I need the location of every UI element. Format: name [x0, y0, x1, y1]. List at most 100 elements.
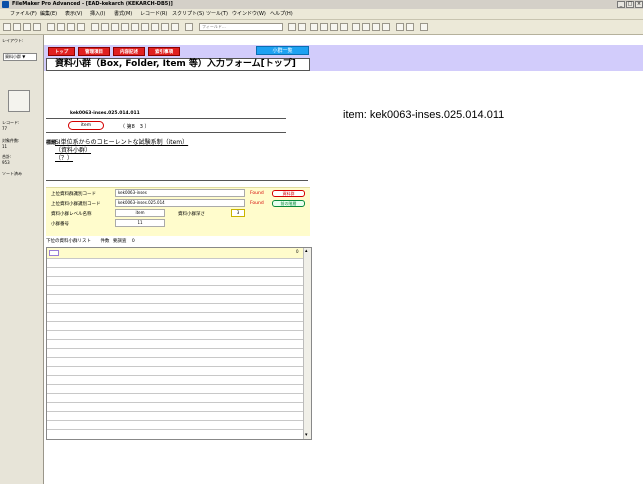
paste-icon[interactable] [67, 23, 75, 31]
found-count: 11 [2, 144, 8, 149]
field-selector-input[interactable]: フィールド... [199, 23, 283, 31]
divider [46, 118, 286, 119]
layout-label: レイアウト: [2, 38, 24, 43]
new-file-icon[interactable] [3, 23, 11, 31]
menu-records[interactable]: レコード(R) [140, 9, 167, 19]
form-title: 資料小群（Box, Folder, Item 等）入力フォーム[トップ] [46, 58, 310, 71]
portal-scrollbar[interactable] [303, 248, 311, 439]
record-number[interactable]: 77 [2, 126, 7, 131]
print-icon[interactable] [33, 23, 41, 31]
undo-icon[interactable] [77, 23, 85, 31]
title-value[interactable]: SI単位系からのコヒーレントな試験系制（item） （資料小群） （？） [55, 139, 188, 163]
status-area: レイアウト: 資料小群 ▼ レコード: 77 対象件数: 11 合計: 953 … [0, 35, 44, 484]
level-badge: item [68, 121, 104, 130]
portal-row-divider [47, 321, 303, 322]
admin-items-button[interactable]: 管理項目 [78, 47, 110, 56]
content-description-button[interactable]: 内容記述 [113, 47, 145, 56]
portal-row-divider [47, 357, 303, 358]
menu-tools[interactable]: ツール(T) [206, 9, 228, 19]
help-icon[interactable] [185, 23, 193, 31]
menu-edit[interactable]: 編集(E) [40, 9, 57, 19]
scroll-up-icon[interactable]: ▴ [305, 248, 308, 254]
parent-code-field[interactable]: kek0063-inses [115, 189, 245, 197]
layout-selector[interactable]: 資料小群 ▼ [3, 53, 37, 61]
child-count-label: 件数 [100, 239, 110, 244]
portal-row-divider [47, 402, 303, 403]
underline-icon[interactable] [340, 23, 348, 31]
level-name-field[interactable]: item [115, 209, 165, 217]
scroll-down-icon[interactable]: ▾ [305, 432, 308, 438]
layout-icon[interactable] [141, 23, 149, 31]
form-view-icon[interactable] [171, 23, 179, 31]
minimize-button[interactable]: _ [617, 1, 625, 8]
portal-row-divider [47, 366, 303, 367]
align-center-icon[interactable] [298, 23, 306, 31]
portal-row-divider [47, 420, 303, 421]
sort-icon[interactable] [121, 23, 129, 31]
book-navigator-icon[interactable] [8, 90, 30, 112]
divider [46, 180, 308, 181]
portal-row-divider [47, 339, 303, 340]
justify-icon[interactable] [382, 23, 390, 31]
number-field[interactable]: 11 [115, 219, 165, 227]
top-tab-button[interactable]: トップ [48, 47, 75, 56]
index-items-button[interactable]: 索引事項 [148, 47, 180, 56]
line-spacing-icon[interactable] [396, 23, 404, 31]
portal-row-divider [47, 429, 303, 430]
new-record-icon[interactable] [91, 23, 99, 31]
portal-row-divider [47, 267, 303, 268]
child-list-label: 下位の資料小群リスト [46, 239, 91, 244]
close-button[interactable]: × [635, 1, 643, 8]
align-left-icon[interactable] [288, 23, 296, 31]
sort-status: ソート済み [2, 171, 22, 176]
level-name-label: 資料小群レベル名称 [51, 212, 92, 217]
preview-icon[interactable] [131, 23, 139, 31]
menu-view[interactable]: 表示(V) [65, 9, 82, 19]
bold-icon[interactable] [320, 23, 328, 31]
divider [46, 132, 286, 133]
previous-level-button[interactable]: 前の階層 [272, 200, 305, 207]
parent-code-label: 上位資料群識別コード [51, 192, 96, 197]
browse-icon[interactable] [151, 23, 159, 31]
title-line-3: （？） [55, 155, 74, 162]
portal-row-divider [47, 276, 303, 277]
subgroup-list-button[interactable]: 小群一覧 [256, 46, 309, 55]
portal-row-divider [47, 303, 303, 304]
save-icon[interactable] [23, 23, 31, 31]
number-label: 小群番号 [51, 222, 69, 227]
find-icon[interactable] [111, 23, 119, 31]
text-left-icon[interactable] [352, 23, 360, 31]
menu-scripts[interactable]: スクリプト(S) [172, 9, 204, 19]
copy-icon[interactable] [57, 23, 65, 31]
child-count-value: 0 [131, 239, 135, 244]
menu-file[interactable]: ファイル(F) [10, 9, 37, 19]
menu-help[interactable]: ヘルプ(H) [270, 9, 293, 19]
parent-found-indicator: Found [250, 191, 264, 196]
portal-row-divider [47, 348, 303, 349]
indent-icon[interactable] [406, 23, 414, 31]
text-color-icon[interactable] [420, 23, 428, 31]
font-size-icon[interactable] [310, 23, 318, 31]
portal-row-divider [47, 411, 303, 412]
menu-insert[interactable]: 挿入(I) [90, 9, 105, 19]
text-right-icon[interactable] [372, 23, 380, 31]
table-view-icon[interactable] [161, 23, 169, 31]
cut-icon[interactable] [47, 23, 55, 31]
toolbar: フィールド... [0, 20, 643, 35]
parent-group-button[interactable]: 資料群 [272, 190, 305, 197]
menu-format[interactable]: 書式(M) [114, 9, 132, 19]
open-file-icon[interactable] [13, 23, 21, 31]
total-count: 953 [2, 160, 10, 165]
maximize-button[interactable]: □ [626, 1, 634, 8]
portal-first-cell[interactable] [49, 250, 59, 256]
italic-icon[interactable] [330, 23, 338, 31]
sub-code-field[interactable]: kek0063-inses.025.014 [115, 199, 245, 207]
menu-window[interactable]: ウインドウ(W) [232, 9, 266, 19]
delete-record-icon[interactable] [101, 23, 109, 31]
portal-row-divider [47, 330, 303, 331]
depth-field[interactable]: 3 [231, 209, 245, 217]
portal-row-divider [47, 294, 303, 295]
portal-row-divider [47, 375, 303, 376]
window-title: FileMaker Pro Advanced - [EAD-kekarch (K… [12, 1, 173, 7]
text-center-icon[interactable] [362, 23, 370, 31]
